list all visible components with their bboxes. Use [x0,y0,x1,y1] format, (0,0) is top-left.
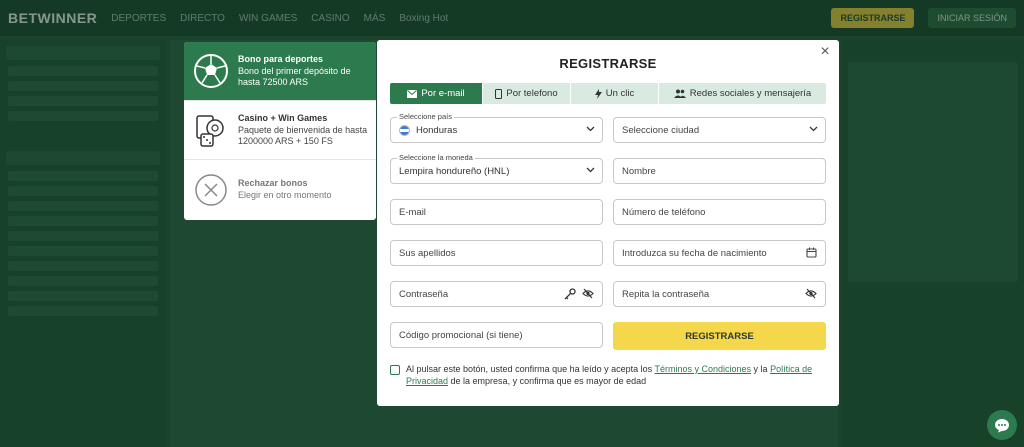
email-placeholder: E-mail [399,206,426,218]
calendar-icon[interactable] [806,247,817,258]
name-input[interactable]: Nombre [613,158,826,184]
bonus-reject-description: Elegir en otro momento [238,190,332,200]
chevron-down-icon [586,167,595,173]
tab-phone[interactable]: Por telefono [483,83,571,104]
bonus-reject-title: Rechazar bonos [238,178,308,188]
currency-value: Lempira hondureño (HNL) [399,165,510,177]
currency-select[interactable]: Seleccione la moneda Lempira hondureño (… [390,153,603,184]
envelope-icon [407,89,418,98]
modal-title: REGISTRARSE [559,56,657,71]
tab-social[interactable]: Redes sociales y mensajería [659,83,826,104]
bonus-casino-description: Paquete de bienvenida de hasta 1200000 A… [238,125,368,146]
repeat-password-placeholder: Repita la contraseña [622,288,710,300]
city-select[interactable]: Seleccione ciudad [613,117,826,143]
bonus-sports-title: Bono para deportes [238,54,324,64]
bonus-casino-title: Casino + Win Games [238,113,328,123]
consent-text-after: de la empresa, y confirma que es mayor d… [448,376,647,386]
register-submit-button[interactable]: REGISTRARSE [613,322,826,350]
birthdate-input[interactable]: Introduzca su fecha de nacimiento [613,240,826,266]
currency-label: Seleccione la moneda [397,153,475,162]
chevron-down-icon [586,126,595,132]
tab-email-label: Por e-mail [421,88,465,99]
country-value: Honduras [416,124,458,136]
surname-input[interactable]: Sus apellidos [390,240,603,266]
repeat-password-input[interactable]: Repita la contraseña [613,281,826,307]
phone-input[interactable]: Número de teléfono [613,199,826,225]
terms-link[interactable]: Términos y Condiciones [655,364,752,374]
tab-one-click[interactable]: Un clic [571,83,659,104]
eye-slash-icon[interactable] [805,288,817,299]
bonus-sports-option[interactable]: Bono para deportes Bono del primer depós… [184,42,376,101]
tab-phone-label: Por telefono [506,88,558,99]
name-placeholder: Nombre [622,165,656,177]
chat-support-button[interactable] [987,410,1017,440]
bonus-casino-option[interactable]: Casino + Win Games Paquete de bienvenida… [184,101,376,160]
consent-text-middle: y la [751,364,771,374]
promo-code-input[interactable]: Código promocional (si tiene) [390,322,603,348]
email-input[interactable]: E-mail [390,199,603,225]
birthdate-placeholder: Introduzca su fecha de nacimiento [622,247,767,259]
casino-chips-icon [192,111,230,149]
password-input[interactable]: Contraseña [390,281,603,307]
close-icon[interactable]: × [817,44,833,60]
country-select[interactable]: Seleccione país Honduras [390,112,603,143]
tab-email[interactable]: Por e-mail [390,83,483,104]
key-icon[interactable] [564,288,576,300]
bonus-selector-panel: Bono para deportes Bono del primer depós… [184,42,376,220]
eye-slash-icon[interactable] [582,288,594,299]
country-label: Seleccione país [397,112,454,121]
tab-social-label: Redes sociales y mensajería [689,88,812,99]
password-placeholder: Contraseña [399,288,449,300]
chevron-down-icon [809,126,818,132]
honduras-flag-icon [399,124,410,136]
consent-row: Al pulsar este botón, usted confirma que… [390,363,830,387]
soccer-ball-icon [192,52,230,90]
phone-icon [495,88,503,99]
surname-placeholder: Sus apellidos [399,247,456,259]
bonus-sports-description: Bono del primer depósito de hasta 72500 … [238,66,351,87]
promo-code-placeholder: Código promocional (si tiene) [399,329,523,341]
people-icon [673,89,686,98]
consent-text: Al pulsar este botón, usted confirma que… [406,363,830,387]
registration-method-tabs: Por e-mail Por telefono Un clic Redes so… [390,83,826,104]
close-circle-icon [192,171,230,209]
consent-text-before: Al pulsar este botón, usted confirma que… [406,364,655,374]
lightning-icon [594,88,602,99]
city-placeholder: Seleccione ciudad [622,124,700,136]
tab-one-click-label: Un clic [605,88,635,99]
phone-placeholder: Número de teléfono [622,206,706,218]
registration-modal: REGISTRARSE × Por e-mail Por telefono Un… [377,40,839,406]
bonus-reject-option[interactable]: Rechazar bonos Elegir en otro momento [184,160,376,219]
consent-checkbox[interactable] [390,365,400,375]
chat-bubble-icon [995,418,1009,432]
